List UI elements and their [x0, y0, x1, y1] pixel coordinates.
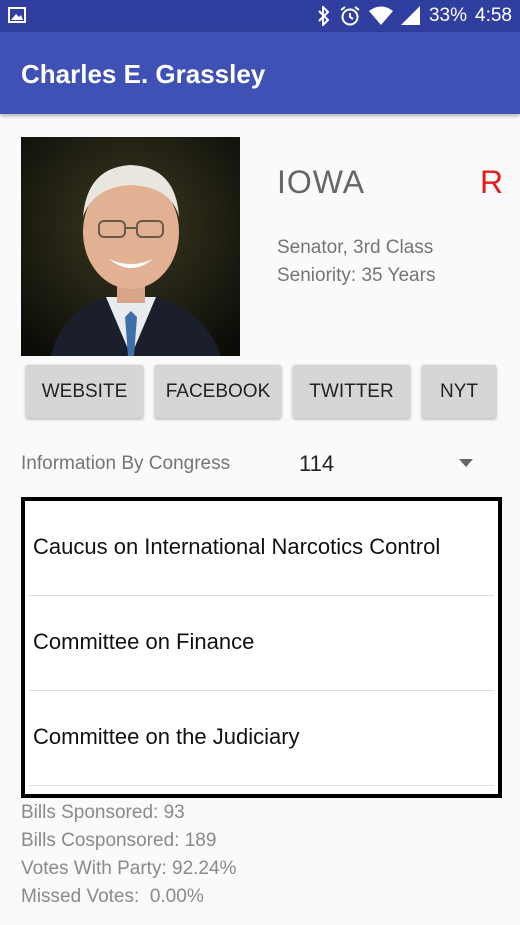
nyt-button[interactable]: NYT: [422, 365, 496, 418]
list-item[interactable]: Committee on the Judiciary: [25, 691, 498, 786]
bills-sponsored: Bills Sponsored: 93: [21, 802, 185, 823]
seniority-text: Seniority: 35 Years: [277, 265, 436, 286]
votes-with-party: Votes With Party: 92.24%: [21, 858, 237, 879]
signal-icon: [400, 6, 421, 26]
party-badge: R: [480, 164, 504, 200]
bills-cosponsored: Bills Cosponsored: 189: [21, 830, 217, 851]
list-item[interactable]: Caucus on International Narcotics Contro…: [25, 501, 498, 596]
committee-name: Caucus on International Narcotics Contro…: [33, 534, 441, 559]
list-divider: [29, 785, 494, 786]
app-bar: Charles E. Grassley: [0, 32, 520, 114]
committee-list[interactable]: Caucus on International Narcotics Contro…: [21, 497, 502, 798]
twitter-button[interactable]: TWITTER: [293, 365, 410, 418]
dropdown-arrow-icon: [459, 459, 473, 467]
congress-label: Information By Congress: [21, 453, 231, 474]
senator-rank: Senator, 3rd Class: [277, 237, 434, 258]
bluetooth-icon: [317, 6, 331, 26]
wifi-icon: [368, 6, 393, 26]
missed-votes: Missed Votes: 0.00%: [21, 886, 204, 907]
congress-dropdown[interactable]: 114: [298, 446, 478, 480]
website-button[interactable]: WEBSITE: [26, 365, 143, 418]
clock-time: 4:58: [475, 5, 512, 26]
list-item[interactable]: Committee on Finance: [25, 596, 498, 691]
senator-photo: [21, 137, 240, 356]
page-title: Charles E. Grassley: [21, 59, 266, 89]
committee-name: Committee on the Judiciary: [33, 724, 300, 749]
facebook-button[interactable]: FACEBOOK: [155, 365, 281, 418]
state-name: IOWA: [277, 164, 366, 200]
committee-name: Committee on Finance: [33, 629, 255, 654]
congress-selected-value: 114: [299, 451, 335, 476]
alarm-icon: [339, 5, 361, 27]
status-bar: 33% 4:58: [0, 0, 520, 32]
battery-percent: 33%: [428, 5, 468, 26]
image-icon: [8, 7, 26, 23]
